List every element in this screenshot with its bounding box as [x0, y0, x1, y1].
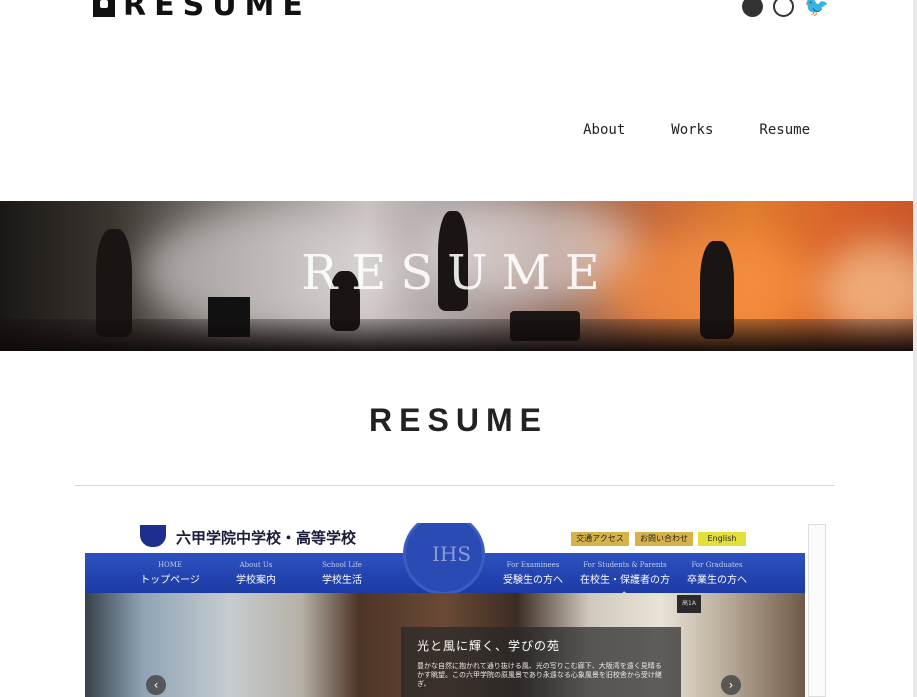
- caption-heading: 光と風に輝く、学びの苑: [417, 639, 561, 653]
- english-link: English: [698, 532, 746, 546]
- nav-link-about[interactable]: About: [583, 122, 625, 138]
- school-menu-item: HOME トップページ: [140, 561, 200, 586]
- search-icon[interactable]: [773, 0, 794, 17]
- github-icon[interactable]: [742, 0, 763, 17]
- site-logo[interactable]: RESUME: [93, 0, 311, 23]
- school-menu-item: For Examinees 受験生の方へ: [503, 561, 563, 586]
- contact-link: お問い合わせ: [635, 532, 693, 546]
- logo-text: RESUME: [123, 0, 311, 23]
- school-menu-item: About Us 学校案内: [236, 561, 276, 586]
- divider: [75, 485, 835, 486]
- school-menu-item: School Life 学校生活: [322, 561, 362, 586]
- main-nav: About Works Resume: [583, 122, 810, 138]
- seal-text: IHS: [432, 542, 472, 566]
- classroom-sign: 高1A: [677, 595, 701, 613]
- social-links: 🐦: [742, 0, 829, 17]
- logo-mark-icon: [93, 0, 115, 17]
- school-menu-item: For Graduates 卒業生の方へ: [687, 561, 747, 586]
- nav-link-works[interactable]: Works: [671, 122, 713, 138]
- hero-stage-floor: [0, 319, 915, 351]
- nav-link-resume[interactable]: Resume: [759, 122, 810, 138]
- school-name: 六甲学院中学校・高等学校: [176, 529, 357, 547]
- screenshot-scrollbar[interactable]: [808, 524, 826, 697]
- carousel-prev-icon: ‹: [146, 675, 166, 695]
- hero-banner: RESUME: [0, 201, 915, 351]
- page-title: RESUME: [369, 402, 548, 438]
- access-link: 交通アクセス: [571, 532, 629, 546]
- school-crest-icon: [140, 525, 166, 547]
- hero-title: RESUME: [301, 245, 614, 301]
- work-screenshot[interactable]: 六甲学院中学校・高等学校 交通アクセス お問い合わせ English IHS H…: [85, 523, 805, 697]
- twitter-icon[interactable]: 🐦: [804, 0, 829, 17]
- window-edge: [913, 0, 917, 697]
- carousel-next-icon: ›: [721, 675, 741, 695]
- site-header: RESUME 🐦 About Works Resume: [0, 0, 917, 200]
- school-caption: 光と風に輝く、学びの苑 豊かな自然に抱かれて通り抜ける風、光の写りこむ廊下、大阪…: [401, 627, 681, 697]
- caption-body: 豊かな自然に抱かれて通り抜ける風、光の写りこむ廊下、大阪湾を遠く見晴るかす眺望。…: [417, 662, 662, 688]
